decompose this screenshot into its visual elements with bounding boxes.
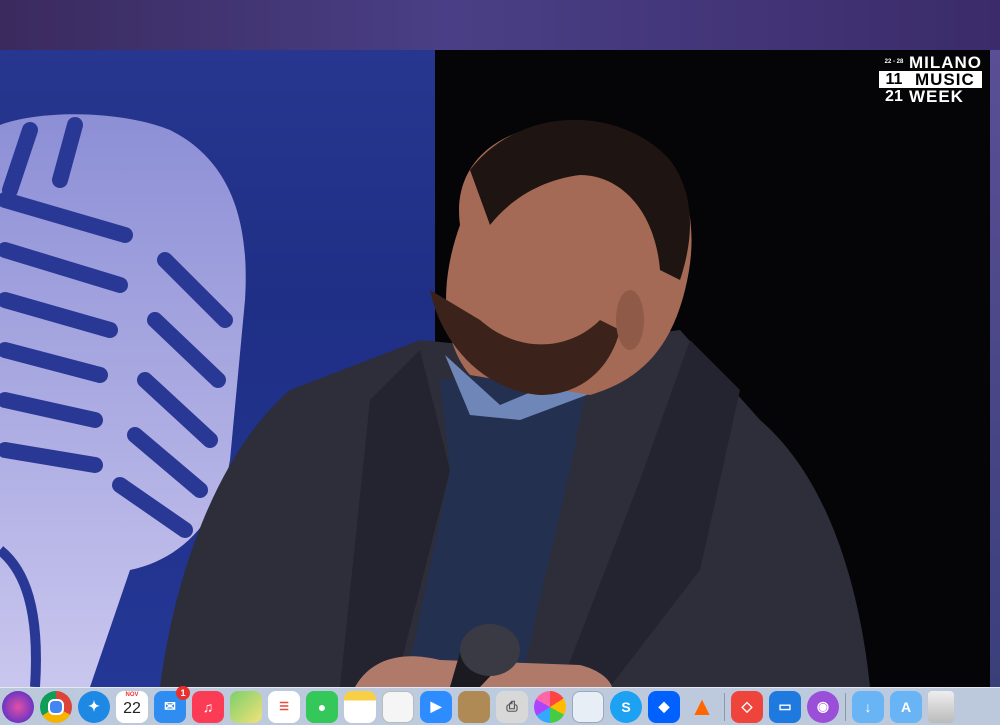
chrome-icon[interactable] (40, 690, 72, 723)
logo-line2: MUSIC (910, 71, 979, 88)
mail-icon[interactable]: ✉ 1 (154, 685, 190, 723)
logo-line3: WEEK (908, 87, 964, 106)
printer-icon[interactable]: ⎙ (496, 690, 528, 723)
music-icon[interactable]: ♫ (192, 690, 224, 723)
keynote-icon[interactable]: ▭ (769, 690, 801, 723)
dock-separator (724, 692, 725, 721)
logo-year: 21 (885, 88, 903, 105)
calendar-day: 22 (123, 699, 141, 717)
safari-icon[interactable]: ✦ (78, 690, 110, 723)
vlc-icon[interactable]: ▲ (686, 691, 718, 723)
downloads-folder-icon[interactable]: ↓ (852, 690, 884, 723)
logo-month: 11 (885, 71, 903, 88)
messages-icon[interactable]: ● (306, 690, 338, 723)
zoom-icon[interactable]: ▶ (420, 690, 452, 723)
window-edge (990, 50, 1000, 687)
milano-music-week-logo: 22 - 28 MILANO 11 MUSIC 21 WEEK (878, 53, 982, 106)
anydesk-icon[interactable]: ◇ (731, 690, 763, 723)
calendar-icon[interactable]: NOV 22 (116, 690, 148, 723)
dropbox-icon[interactable]: ◆ (648, 690, 680, 723)
dock: ✦ NOV 22 ✉ 1 ♫ ☰ ● ▶ ⎙ S ◆ ▲ ◇ ▭ ◉ ↓ A (0, 685, 1000, 725)
preview-icon[interactable] (572, 690, 604, 723)
maps-icon[interactable] (230, 690, 262, 723)
calendar-month: NOV (125, 691, 139, 698)
dock-separator (845, 692, 846, 721)
applications-folder-icon[interactable]: A (890, 690, 922, 723)
skype-icon[interactable]: S (610, 690, 642, 723)
reminders-icon[interactable]: ☰ (268, 690, 300, 723)
video-frame: 22 - 28 MILANO 11 MUSIC 21 WEEK (0, 50, 990, 687)
notes-icon[interactable] (344, 690, 376, 723)
logo-dates: 22 - 28 (884, 59, 904, 65)
logo-line1: MILANO (908, 53, 982, 72)
photos-icon[interactable] (534, 690, 566, 723)
podcasts-icon[interactable]: ◉ (807, 690, 839, 723)
trash-icon[interactable] (928, 690, 954, 723)
contacts-icon[interactable] (458, 690, 490, 723)
speaker-person (160, 119, 870, 687)
mail-badge: 1 (176, 685, 190, 700)
textedit-icon[interactable] (382, 690, 414, 723)
siri-icon[interactable] (2, 690, 34, 723)
